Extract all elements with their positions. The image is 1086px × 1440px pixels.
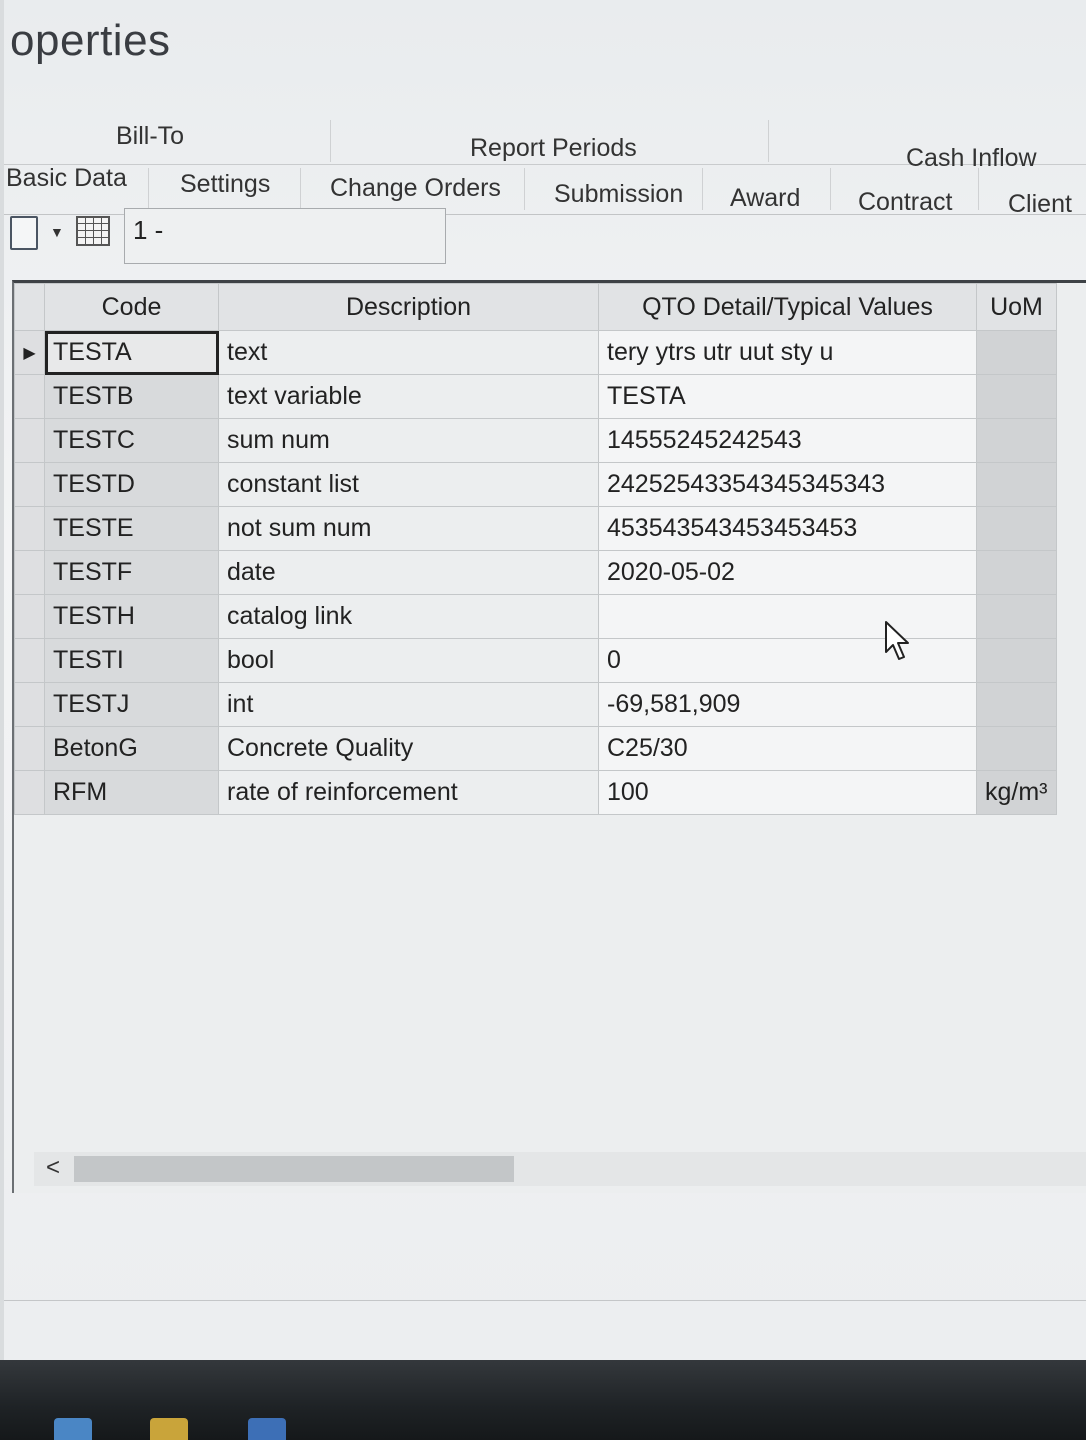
row-selector[interactable] [14, 594, 45, 639]
cell-qto[interactable] [598, 594, 977, 639]
table-row[interactable]: TESTF date 2020-05-02 [14, 550, 1057, 595]
column-header-uom[interactable]: UoM [976, 283, 1057, 331]
cell-description[interactable]: int [218, 682, 599, 727]
cell-qto[interactable]: 100 [598, 770, 977, 815]
cell-qto[interactable]: C25/30 [598, 726, 977, 771]
table-row[interactable]: RFM rate of reinforcement 100 kg/m³ [14, 770, 1057, 815]
cell-qto[interactable]: 14555245242543 [598, 418, 977, 463]
cell-qto[interactable]: 2020-05-02 [598, 550, 977, 595]
tab-divider [330, 120, 331, 162]
tab-basic-data[interactable]: Basic Data [6, 164, 127, 193]
cell-code[interactable]: TESTF [44, 550, 219, 595]
cell-description[interactable]: text variable [218, 374, 599, 419]
cell-description[interactable]: catalog link [218, 594, 599, 639]
mouse-cursor-icon [885, 621, 909, 660]
cell-code[interactable]: TESTB [44, 374, 219, 419]
row-selector[interactable] [14, 726, 45, 771]
current-row-marker-icon: ▶ [14, 330, 45, 375]
tab-divider [768, 120, 769, 162]
cell-code[interactable]: TESTJ [44, 682, 219, 727]
column-header-description[interactable]: Description [218, 283, 599, 331]
toolbar: ▼ 1 - [4, 204, 1086, 266]
cell-uom[interactable] [976, 726, 1057, 771]
column-header-code[interactable]: Code [44, 283, 219, 331]
tab-bill-to[interactable]: Bill-To [116, 122, 184, 151]
horizontal-scrollbar[interactable]: < [34, 1152, 1086, 1186]
cell-uom[interactable] [976, 418, 1057, 463]
table-row[interactable]: BetonG Concrete Quality C25/30 [14, 726, 1057, 771]
row-selector[interactable] [14, 638, 45, 683]
row-selector-header [14, 283, 45, 331]
cell-code[interactable]: TESTA [44, 330, 219, 375]
scrollbar-thumb[interactable] [74, 1156, 514, 1182]
cell-qto[interactable]: TESTA [598, 374, 977, 419]
cell-code[interactable]: TESTC [44, 418, 219, 463]
grid-header-row: Code Description QTO Detail/Typical Valu… [14, 283, 1057, 331]
row-selector[interactable] [14, 550, 45, 595]
row-selector[interactable] [14, 770, 45, 815]
taskbar [0, 1360, 1086, 1440]
cell-uom[interactable] [976, 506, 1057, 551]
dropdown-arrow-icon[interactable]: ▼ [50, 224, 64, 240]
record-selector-input[interactable]: 1 - [124, 208, 446, 264]
properties-grid-area: Code Description QTO Detail/Typical Valu… [12, 280, 1086, 1193]
cell-qto[interactable]: -69,581,909 [598, 682, 977, 727]
table-row[interactable]: TESTJ int -69,581,909 [14, 682, 1057, 727]
divider [4, 1300, 1086, 1301]
row-selector[interactable] [14, 462, 45, 507]
taskbar-app-icon[interactable] [150, 1418, 188, 1440]
cell-qto[interactable]: 0 [598, 638, 977, 683]
row-selector[interactable] [14, 418, 45, 463]
cell-code[interactable]: BetonG [44, 726, 219, 771]
row-selector[interactable] [14, 682, 45, 727]
cell-description[interactable]: bool [218, 638, 599, 683]
table-row[interactable]: TESTD constant list 24252543354345345343 [14, 462, 1057, 507]
cell-description[interactable]: rate of reinforcement [218, 770, 599, 815]
cell-uom[interactable] [976, 374, 1057, 419]
table-row[interactable]: ▶ TESTA text tery ytrs utr uut sty u [14, 330, 1057, 375]
properties-grid: Code Description QTO Detail/Typical Valu… [14, 283, 1057, 815]
cell-uom[interactable] [976, 594, 1057, 639]
row-selector[interactable] [14, 506, 45, 551]
taskbar-app-icon[interactable] [54, 1418, 92, 1440]
cell-description[interactable]: Concrete Quality [218, 726, 599, 771]
row-selector[interactable] [14, 374, 45, 419]
taskbar-app-icon[interactable] [248, 1418, 286, 1440]
cell-uom[interactable] [976, 462, 1057, 507]
tab-report-periods[interactable]: Report Periods [470, 134, 637, 163]
table-row[interactable]: TESTB text variable TESTA [14, 374, 1057, 419]
cell-qto[interactable]: tery ytrs utr uut sty u [598, 330, 977, 375]
scroll-left-icon[interactable]: < [46, 1154, 60, 1182]
cell-uom[interactable] [976, 550, 1057, 595]
window-title: operties [10, 16, 171, 65]
table-row[interactable]: TESTC sum num 14555245242543 [14, 418, 1057, 463]
cell-code[interactable]: TESTH [44, 594, 219, 639]
cell-description[interactable]: date [218, 550, 599, 595]
cell-description[interactable]: not sum num [218, 506, 599, 551]
cell-uom[interactable] [976, 682, 1057, 727]
cell-qto[interactable]: 453543543453453453 [598, 506, 977, 551]
cell-code[interactable]: TESTD [44, 462, 219, 507]
properties-window: operties Bill-To Report Periods Cash Inf… [4, 0, 1086, 1360]
column-header-qto[interactable]: QTO Detail/Typical Values [598, 283, 977, 331]
cell-uom[interactable]: kg/m³ [976, 770, 1057, 815]
table-row[interactable]: TESTE not sum num 453543543453453453 [14, 506, 1057, 551]
cell-uom[interactable] [976, 330, 1057, 375]
tab-row-top: Bill-To Report Periods Cash Inflow [4, 116, 1086, 172]
cell-code[interactable]: TESTI [44, 638, 219, 683]
cell-description[interactable]: sum num [218, 418, 599, 463]
cell-qto[interactable]: 24252543354345345343 [598, 462, 977, 507]
cell-code[interactable]: TESTE [44, 506, 219, 551]
cell-description[interactable]: text [218, 330, 599, 375]
tab-settings[interactable]: Settings [180, 170, 270, 199]
save-icon[interactable] [10, 216, 38, 250]
tab-change-orders[interactable]: Change Orders [330, 174, 501, 203]
cell-description[interactable]: constant list [218, 462, 599, 507]
cell-uom[interactable] [976, 638, 1057, 683]
cell-code[interactable]: RFM [44, 770, 219, 815]
grid-view-icon[interactable] [76, 216, 110, 246]
